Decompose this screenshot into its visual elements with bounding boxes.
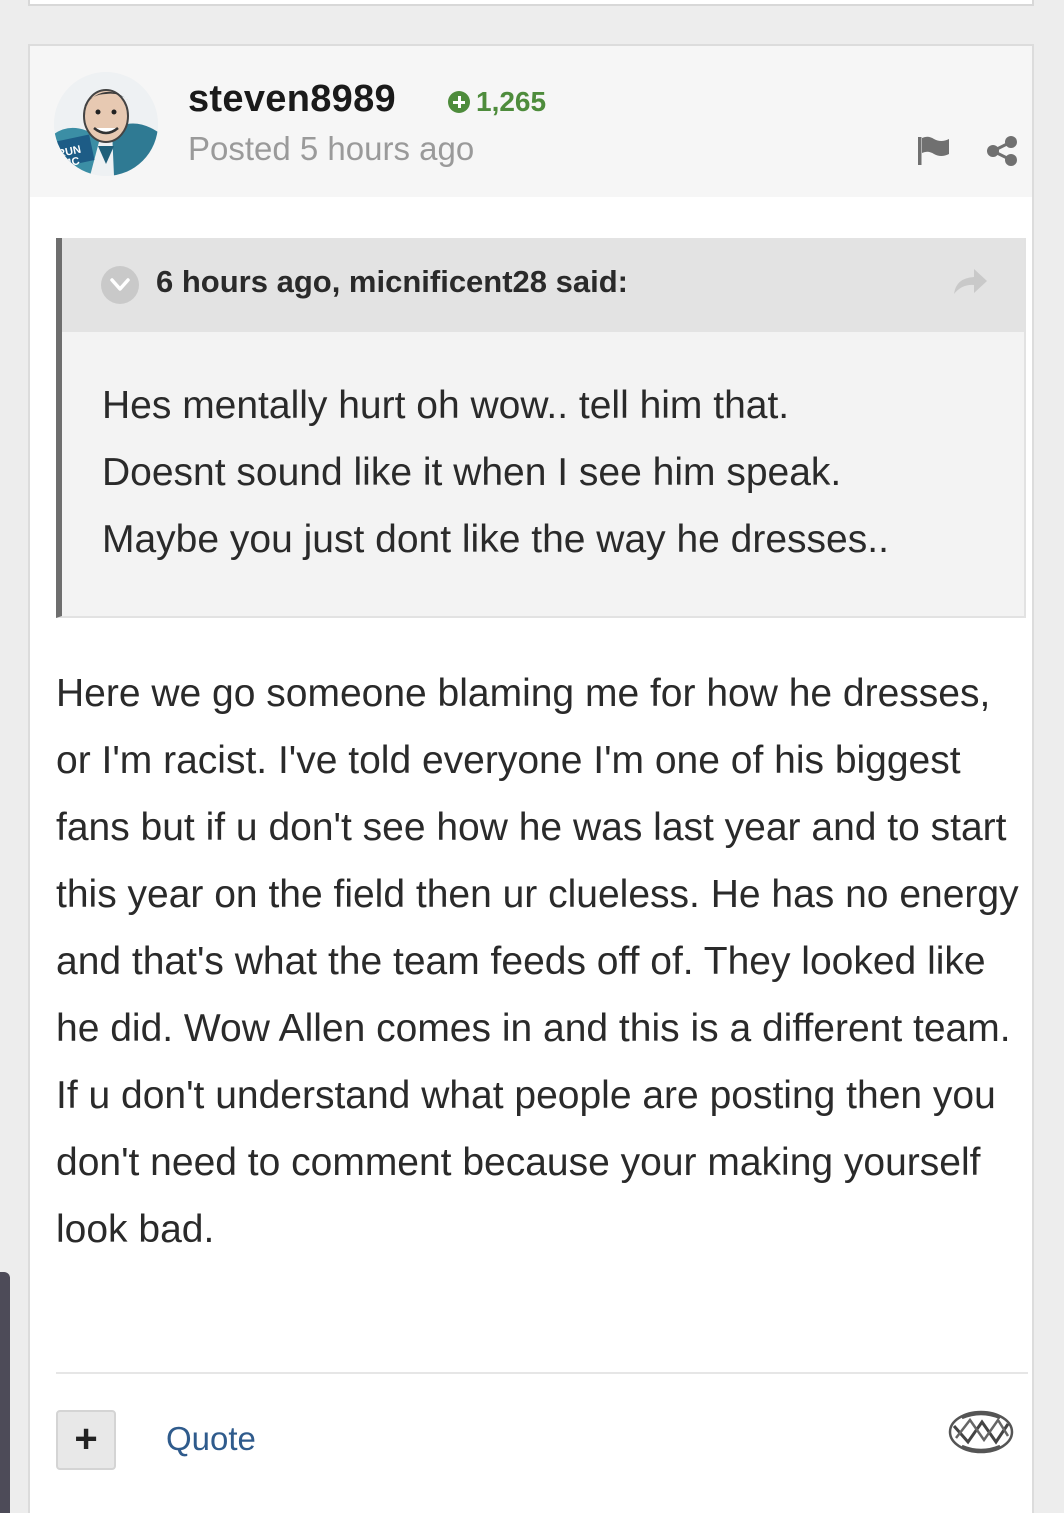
divider (56, 1372, 1028, 1374)
post-timestamp[interactable]: Posted 5 hours ago (188, 130, 474, 168)
multiquote-button[interactable]: + (56, 1410, 116, 1470)
share-icon[interactable] (985, 134, 1019, 168)
author-name[interactable]: steven8989 (188, 78, 396, 121)
quote-citation: 6 hours ago, micnificent28 said: (156, 264, 629, 299)
plus-circle-icon (448, 91, 470, 113)
reaction-icon[interactable] (948, 1408, 1014, 1456)
side-panel-edge (0, 1272, 10, 1513)
quoted-post: 6 hours ago, micnificent28 said: Hes men… (56, 238, 1026, 618)
quote-line: Hes mentally hurt oh wow.. tell him that… (102, 384, 790, 427)
quote-line: Doesnt sound like it when I see him spea… (102, 451, 842, 494)
quote-citation-bar: 6 hours ago, micnificent28 said: (62, 238, 1024, 332)
reputation-badge: 1,265 (448, 86, 546, 118)
reputation-count: 1,265 (476, 86, 547, 117)
forum-post: RUN MC steven8989 1,265 Posted 5 hours a… (28, 44, 1034, 1513)
chevron-down-icon[interactable] (101, 266, 139, 304)
arrow-forward-icon[interactable] (950, 264, 990, 298)
previous-post-edge (28, 0, 1034, 6)
post-content: Here we go someone blaming me for how he… (56, 660, 1031, 1263)
quote-body: Hes mentally hurt oh wow.. tell him that… (102, 372, 1002, 573)
post-header: RUN MC steven8989 1,265 Posted 5 hours a… (30, 46, 1032, 197)
quote-line: Maybe you just dont like the way he dres… (102, 518, 889, 561)
post-text: Here we go someone blaming me for how he… (56, 672, 1019, 1251)
quote-button[interactable]: Quote (166, 1420, 256, 1458)
flag-icon[interactable] (916, 134, 952, 166)
avatar[interactable]: RUN MC (54, 72, 158, 176)
